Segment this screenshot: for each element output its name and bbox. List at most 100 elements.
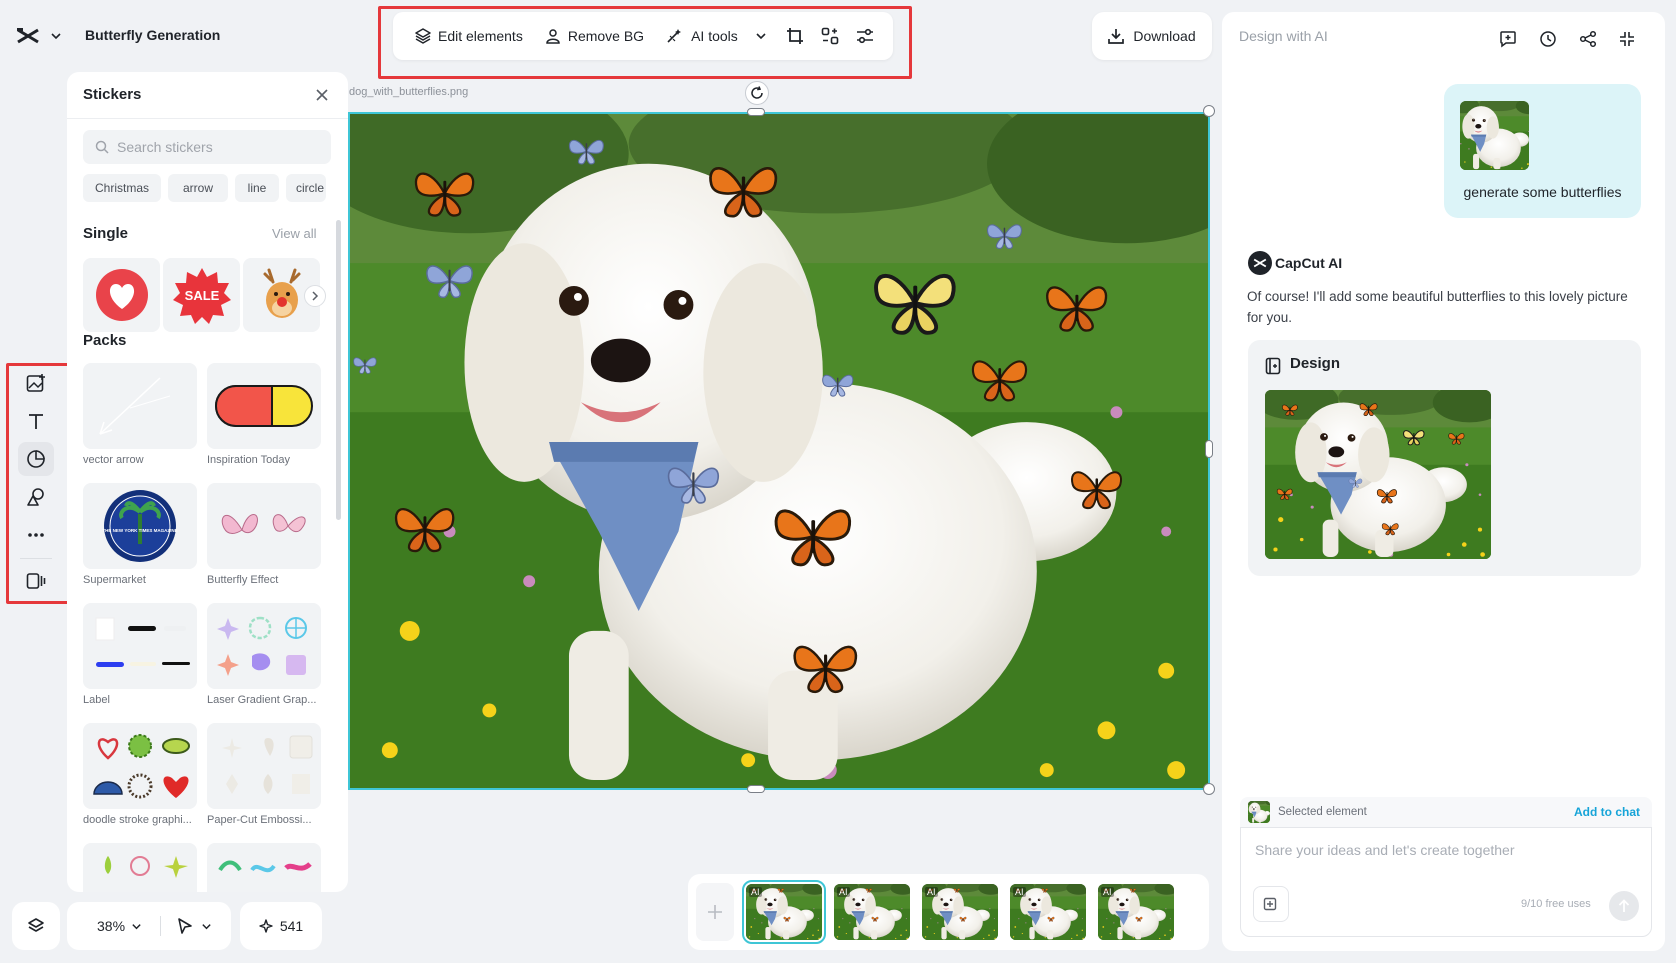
paper-cut-icon: [212, 728, 316, 804]
rail-text-button[interactable]: [18, 404, 54, 438]
new-chat-button[interactable]: [1493, 24, 1523, 54]
layers-button[interactable]: [12, 902, 60, 950]
pack-inspiration-today[interactable]: [207, 363, 321, 449]
history-thumbnail[interactable]: AI: [1098, 884, 1174, 940]
sticker-icon: [26, 449, 46, 469]
close-panel-button[interactable]: [315, 88, 335, 108]
selected-element-label: Selected element: [1278, 806, 1367, 818]
wave-lines-icon: [212, 848, 316, 892]
arrow-up-icon: [1618, 899, 1630, 913]
rail-divider: [20, 558, 52, 559]
rail-image-button[interactable]: [18, 366, 54, 400]
crop-icon: [786, 27, 804, 45]
credits-button[interactable]: 541: [240, 902, 322, 950]
pack-paper-cut[interactable]: [207, 723, 321, 809]
rail-more-button[interactable]: [18, 518, 54, 552]
download-button[interactable]: Download: [1092, 12, 1212, 60]
add-frame-button[interactable]: [696, 883, 734, 941]
history-thumbnail[interactable]: AI: [834, 884, 910, 940]
chip-arrow[interactable]: arrow: [168, 174, 228, 202]
smart-select-button[interactable]: [816, 20, 845, 52]
pack-vector-arrow[interactable]: [83, 363, 197, 449]
resize-handle-bottom-right[interactable]: [1203, 783, 1215, 795]
sticker-heart[interactable]: [83, 258, 160, 332]
rail-stickers-button[interactable]: [18, 442, 54, 476]
chip-line[interactable]: line: [235, 174, 279, 202]
select-objects-icon: [821, 27, 839, 45]
resize-handle-top-right[interactable]: [1203, 105, 1215, 117]
chat-input[interactable]: [1255, 842, 1635, 858]
rail-video-button[interactable]: [18, 564, 54, 598]
panel-scrollbar[interactable]: [336, 220, 341, 520]
pack-partial[interactable]: [207, 843, 321, 892]
app-logo-menu[interactable]: [16, 24, 76, 48]
pack-butterfly-effect[interactable]: [207, 483, 321, 569]
chip-circle[interactable]: circle: [286, 174, 326, 202]
image-toolbar: Edit elements Remove BG AI tools: [393, 12, 893, 60]
rotate-handle[interactable]: [745, 81, 769, 105]
pack-label: Supermarket: [83, 574, 146, 586]
close-icon: [315, 88, 335, 102]
magazine-badge-text: THE NEW YORK TIMES MAGAZINE: [102, 528, 177, 533]
chevron-down-icon: [50, 30, 62, 42]
download-label: Download: [1133, 28, 1196, 44]
pointer-tool-dropdown[interactable]: [177, 902, 212, 950]
heart-sticker-icon: [94, 267, 150, 323]
reindeer-sticker-icon: [257, 266, 307, 324]
single-next-button[interactable]: [304, 285, 326, 307]
capcut-ai-avatar: [1248, 251, 1272, 275]
remove-bg-label: Remove BG: [567, 28, 645, 44]
design-result-image[interactable]: [1265, 390, 1491, 559]
chevron-down-icon: [131, 921, 142, 932]
collapse-icon: [1618, 30, 1636, 48]
zoom-dropdown[interactable]: 38%: [67, 902, 142, 950]
pack-supermarket[interactable]: THE NEW YORK TIMES MAGAZINE: [83, 483, 197, 569]
collapse-panel-button[interactable]: [1612, 24, 1642, 54]
ai-badge: AI: [1101, 887, 1114, 897]
user-uploaded-image[interactable]: [1460, 101, 1529, 170]
ai-badge: AI: [749, 887, 762, 897]
label-lines-icon: [88, 608, 192, 684]
remove-bg-button[interactable]: Remove BG: [537, 20, 652, 52]
share-button[interactable]: [1573, 24, 1603, 54]
canvas-image[interactable]: [348, 112, 1210, 790]
pack-doodle-stroke[interactable]: [83, 723, 197, 809]
pack-label: Label: [83, 694, 110, 706]
attach-image-button[interactable]: [1253, 886, 1289, 922]
doodle-shapes-icon: [88, 728, 192, 804]
pack-laser-gradient[interactable]: [207, 603, 321, 689]
user-message-bubble: generate some butterflies: [1444, 84, 1641, 218]
sticker-sale[interactable]: SALE: [163, 258, 240, 332]
pack-partial[interactable]: [83, 843, 197, 892]
pack-label: doodle stroke graphi...: [83, 814, 192, 826]
adjust-button[interactable]: [850, 20, 879, 52]
rail-shapes-button[interactable]: [18, 480, 54, 514]
history-thumbnail[interactable]: AI: [742, 880, 826, 944]
crop-button[interactable]: [781, 20, 810, 52]
resize-handle-bottom[interactable]: [747, 785, 765, 793]
add-to-chat-button[interactable]: Add to chat: [1574, 805, 1640, 819]
resize-handle-right[interactable]: [1205, 440, 1213, 458]
send-button[interactable]: [1609, 891, 1639, 921]
add-image-icon: [1263, 896, 1279, 912]
project-title[interactable]: Butterfly Generation: [85, 27, 220, 43]
edit-elements-button[interactable]: Edit elements: [407, 20, 531, 52]
pack-label-set[interactable]: [83, 603, 197, 689]
pack-label: Butterfly Effect: [207, 574, 279, 586]
ai-tools-button[interactable]: AI tools: [658, 20, 775, 52]
capcut-logo-icon: [16, 26, 40, 46]
pack-label: Paper-Cut Embossi...: [207, 814, 312, 826]
resize-handle-top[interactable]: [747, 108, 765, 116]
person-icon: [545, 28, 561, 44]
selected-element-bar: Selected element Add to chat: [1240, 797, 1652, 827]
view-all-link[interactable]: View all: [272, 226, 317, 241]
history-button[interactable]: [1533, 24, 1563, 54]
history-thumbnail[interactable]: AI: [922, 884, 998, 940]
chip-christmas[interactable]: Christmas: [83, 174, 161, 202]
sticker-search-input[interactable]: [117, 139, 317, 155]
sliders-icon: [856, 27, 874, 45]
single-section-title: Single: [83, 225, 129, 242]
history-thumbnail[interactable]: AI: [1010, 884, 1086, 940]
design-result-card[interactable]: Design: [1248, 340, 1641, 576]
zoom-value: 38%: [97, 918, 126, 934]
